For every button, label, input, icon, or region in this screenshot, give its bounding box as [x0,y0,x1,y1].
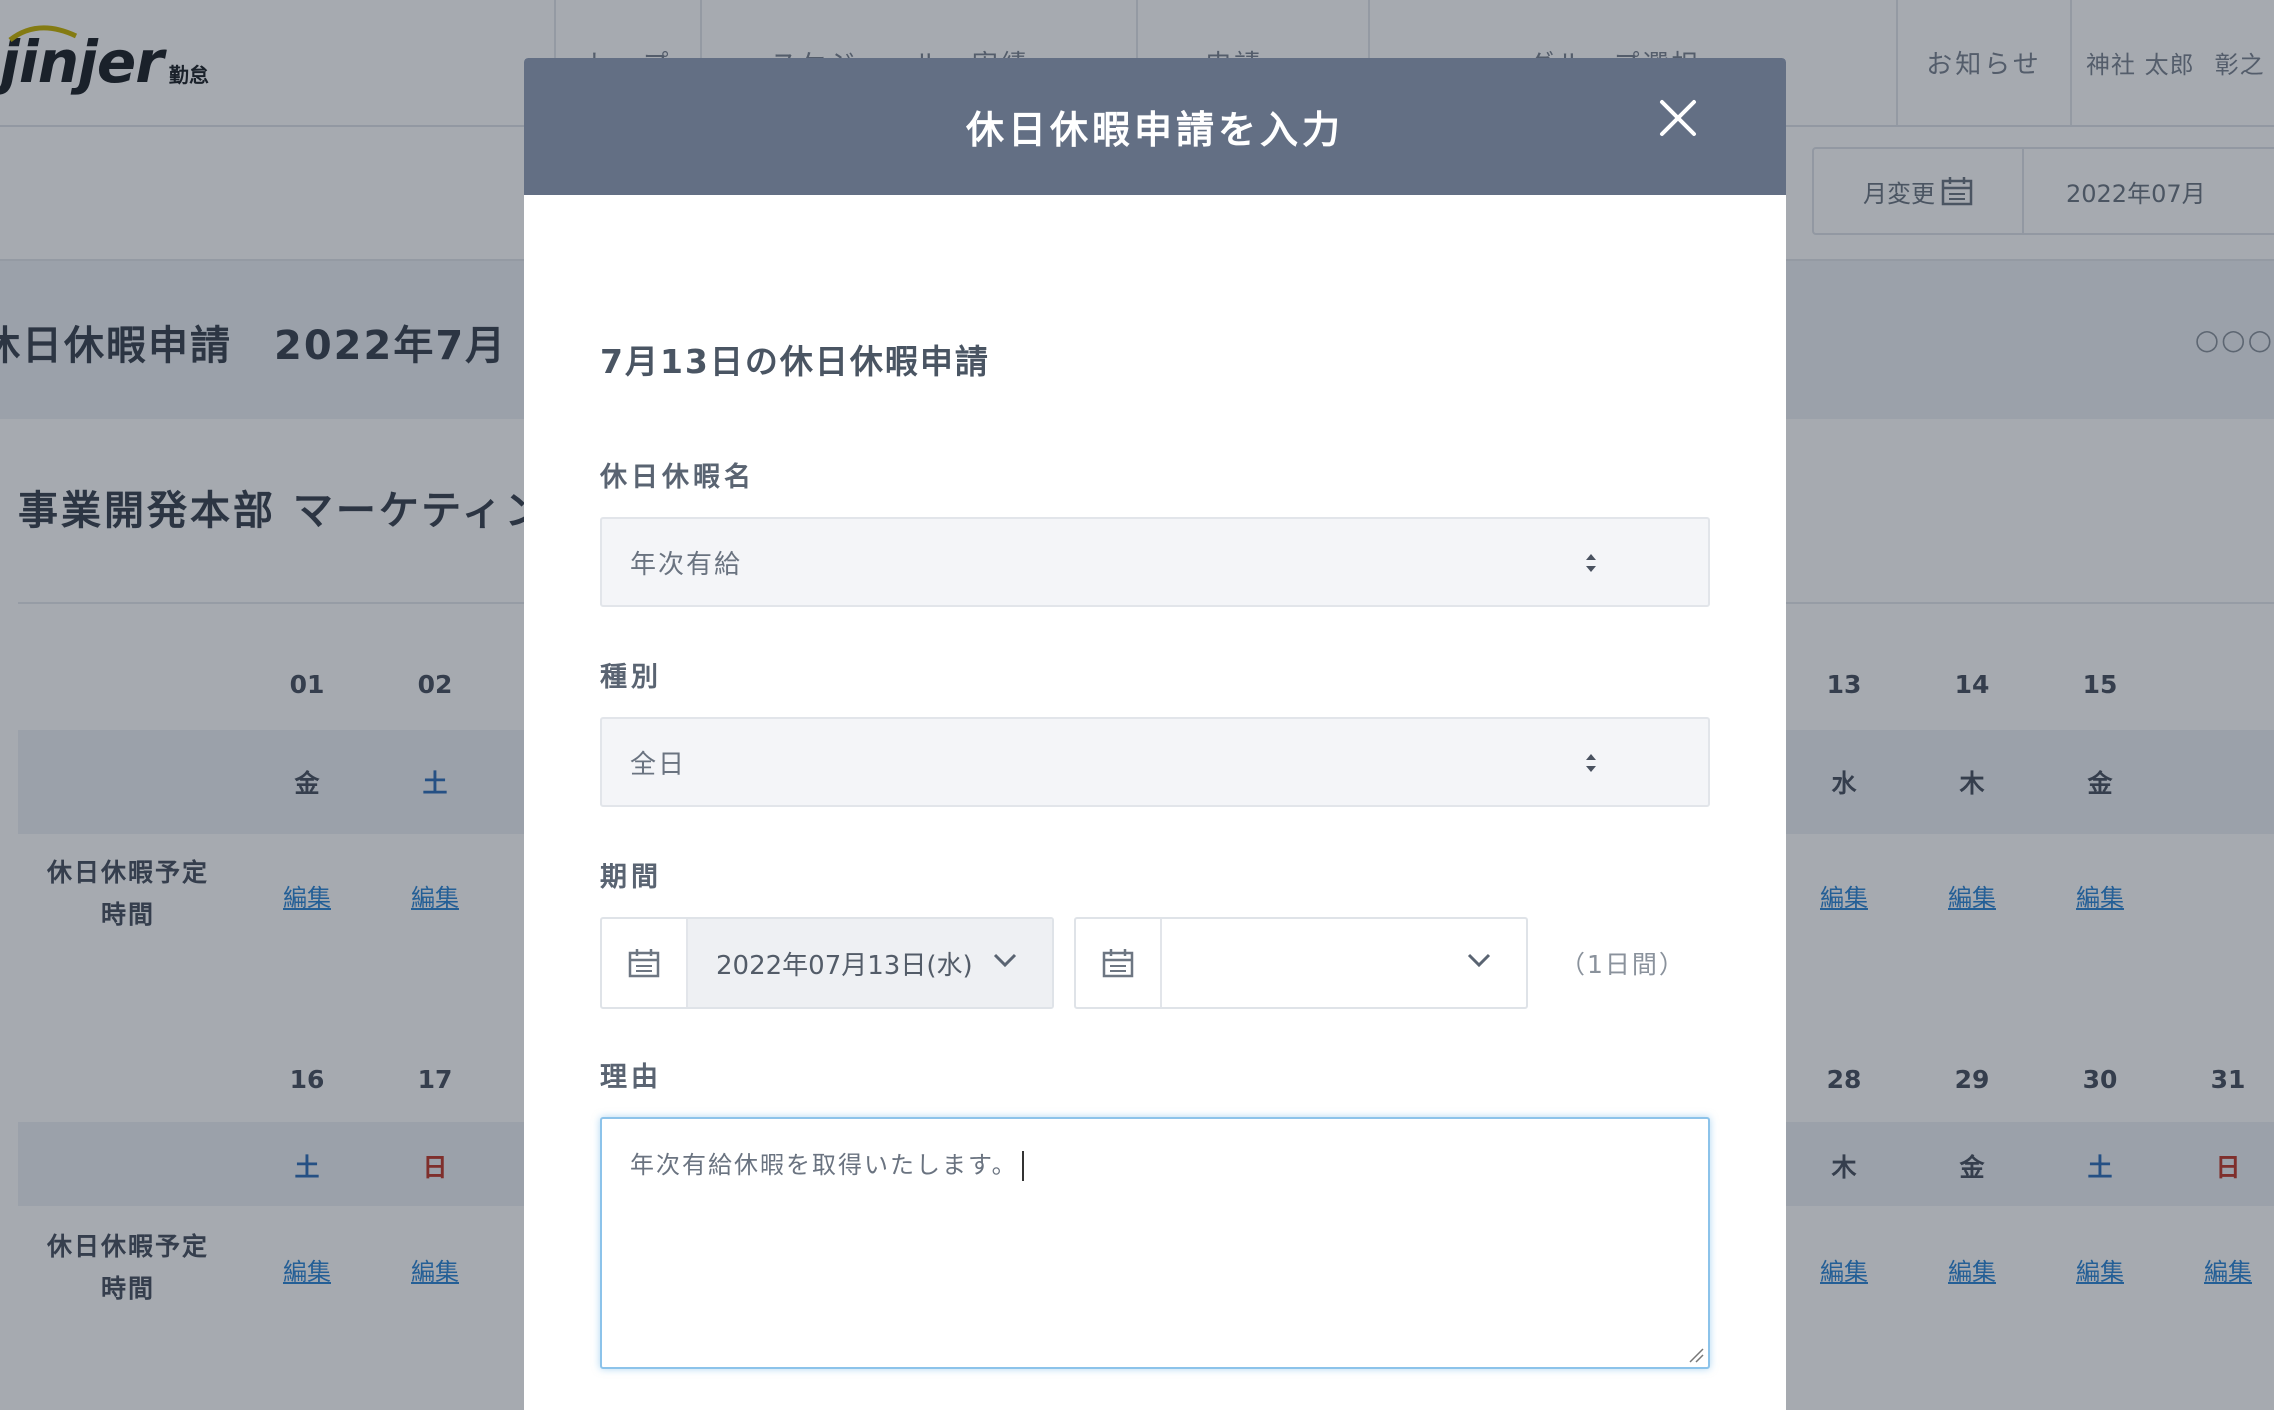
modal-header: 休日休暇申請を入力 [524,58,1786,195]
end-date-value[interactable] [1162,919,1526,1007]
end-date-calendar-button[interactable] [1076,919,1162,1007]
sort-arrows-icon [1586,754,1596,772]
leave-name-label: 休日休暇名 [600,462,755,493]
type-select[interactable]: 全日 [600,717,1710,807]
period-label: 期間 [600,862,662,893]
request-subheading: 7月13日の休日休暇申請 [600,342,990,381]
reason-label: 理由 [600,1062,662,1093]
type-value: 全日 [630,749,687,780]
calendar-icon [628,949,660,978]
resize-handle-icon[interactable] [1688,1347,1704,1363]
start-date-picker[interactable]: 2022年07月13日(水) [600,917,1054,1009]
chevron-down-icon [1467,953,1491,968]
start-date-text: 2022年07月13日(水) [716,950,973,981]
reason-text: 年次有給休暇を取得いたします。 [630,1151,1018,1179]
modal-title: 休日休暇申請を入力 [965,108,1344,152]
sort-arrows-icon [1586,554,1596,572]
leave-name-value: 年次有給 [630,549,743,580]
reason-textarea[interactable]: 年次有給休暇を取得いたします。 [600,1117,1710,1369]
close-icon[interactable] [1656,96,1700,140]
leave-name-select[interactable]: 年次有給 [600,517,1710,607]
duration-text: （1日間） [1560,950,1686,979]
leave-request-modal: 休日休暇申請を入力 7月13日の休日休暇申請 休日休暇名 年次有給 種別 全日 … [524,58,1786,1410]
start-date-calendar-button[interactable] [602,919,688,1007]
chevron-down-icon [993,953,1017,968]
type-label: 種別 [600,662,662,693]
start-date-value[interactable]: 2022年07月13日(水) [688,919,1052,1007]
text-caret [1021,1151,1024,1181]
calendar-icon [1102,949,1134,978]
end-date-picker[interactable] [1074,917,1528,1009]
